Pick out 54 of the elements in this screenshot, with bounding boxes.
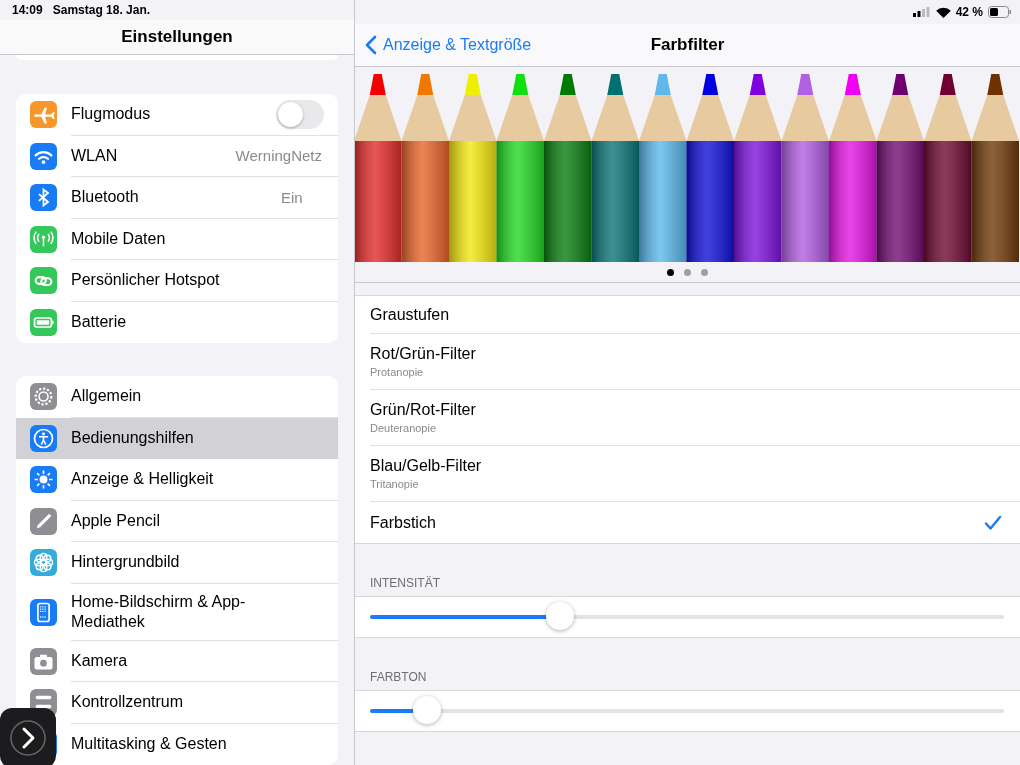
filter-label: Farbstich bbox=[370, 513, 437, 532]
settings-label: Bluetooth bbox=[71, 187, 140, 208]
chevron-circle-icon bbox=[8, 718, 48, 758]
settings-label: Persönlicher Hotspot bbox=[71, 270, 221, 291]
status-time: 14:09 bbox=[12, 2, 43, 17]
slider[interactable] bbox=[370, 697, 1004, 725]
settings-label: Home-Bildschirm & App-Mediathek bbox=[71, 591, 247, 632]
status-date: Samstag 18. Jan. bbox=[52, 2, 151, 17]
settings-label: Flugmodus bbox=[71, 104, 152, 125]
signal-icon bbox=[912, 7, 931, 17]
section-header: INTENSITÄT bbox=[369, 576, 441, 592]
battery-icon bbox=[988, 6, 1012, 18]
page-dot[interactable] bbox=[684, 268, 691, 276]
filter-option[interactable]: Blau/Gelb-Filter Tritanopie bbox=[370, 446, 1020, 502]
filter-label: Graustufen bbox=[370, 305, 451, 324]
filter-option[interactable]: Rot/Grün-Filter Protanopie bbox=[370, 334, 1020, 390]
back-button[interactable]: Anzeige & Textgröße bbox=[355, 34, 538, 56]
settings-value: WerningNetz bbox=[235, 147, 322, 165]
settings-label: Apple Pencil bbox=[71, 510, 161, 531]
settings-label: WLAN bbox=[71, 145, 119, 166]
filter-subtitle: Deuteranopie bbox=[370, 422, 438, 434]
page-dot[interactable] bbox=[667, 268, 674, 276]
sidebar-title: Einstellungen bbox=[121, 26, 233, 47]
filter-option[interactable]: Grün/Rot-Filter Deuteranopie bbox=[370, 390, 1020, 446]
settings-label: Anzeige & Helligkeit bbox=[71, 469, 215, 490]
settings-label: Bedienungshilfen bbox=[71, 427, 195, 448]
toggle-switch[interactable] bbox=[276, 99, 324, 129]
settings-label: Kontrollzentrum bbox=[71, 692, 185, 713]
filter-subtitle: Protanopie bbox=[370, 366, 425, 378]
assistive-touch-menu[interactable] bbox=[0, 708, 56, 765]
settings-label: Multitasking & Gesten bbox=[71, 734, 228, 755]
settings-label: Mobile Daten bbox=[71, 228, 167, 249]
page-dot[interactable] bbox=[701, 268, 708, 276]
settings-label: Batterie bbox=[71, 312, 128, 333]
page-title: Farbfilter bbox=[650, 35, 725, 55]
filter-label: Rot/Grün-Filter bbox=[370, 345, 477, 363]
settings-value: Ein bbox=[281, 188, 303, 206]
checkmark-icon bbox=[984, 514, 1002, 531]
battery-percent: 42 % bbox=[955, 5, 983, 19]
settings-item[interactable]: Bedienungshilfen bbox=[16, 417, 338, 459]
filter-label: Blau/Gelb-Filter bbox=[370, 457, 483, 475]
filter-label: Grün/Rot-Filter bbox=[370, 401, 477, 419]
filter-option[interactable]: Farbstich bbox=[370, 502, 1020, 543]
slider-thumb[interactable] bbox=[413, 696, 442, 724]
section-header: FARBTON bbox=[369, 670, 428, 686]
filter-subtitle: Tritanopie bbox=[370, 478, 420, 490]
slider[interactable] bbox=[370, 603, 1004, 631]
wifi-icon bbox=[935, 6, 951, 18]
back-chevron-icon bbox=[365, 35, 377, 55]
settings-label: Hintergrundbild bbox=[71, 552, 181, 573]
slider-thumb[interactable] bbox=[546, 602, 575, 630]
settings-label: Allgemein bbox=[71, 386, 143, 407]
filter-option[interactable]: Graustufen bbox=[370, 296, 1020, 334]
settings-label: Kamera bbox=[71, 650, 129, 671]
